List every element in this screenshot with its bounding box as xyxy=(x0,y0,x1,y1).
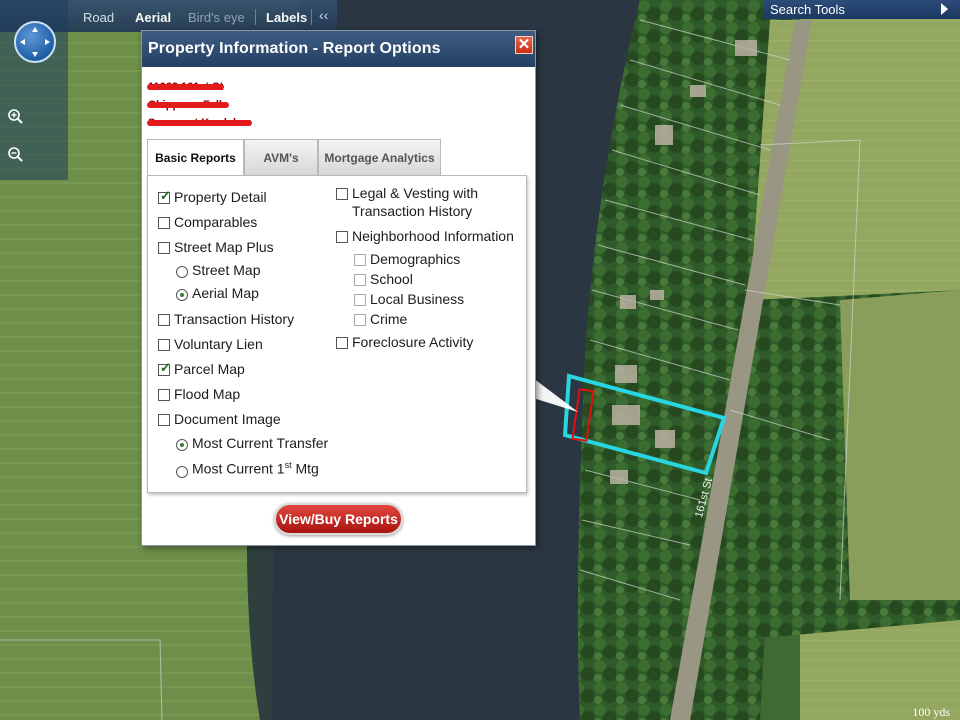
most-current-transfer-label: Most Current Transfer xyxy=(192,435,329,451)
aerial-map-radio[interactable] xyxy=(176,289,188,301)
basic-reports-panel: ✓ Property Detail Comparables Street Map… xyxy=(147,175,527,493)
labels-toggle-button[interactable]: Labels xyxy=(266,10,307,25)
property-detail-checkbox[interactable]: ✓ xyxy=(158,188,171,204)
radio-selected-dot xyxy=(180,293,184,297)
redaction-mark xyxy=(147,84,225,90)
most-current-mtg-radio[interactable] xyxy=(176,466,188,478)
property-detail-label: Property Detail xyxy=(174,189,267,205)
most-current-mtg-label: Most Current 1st Mtg xyxy=(192,460,319,477)
crime-label: Crime xyxy=(370,311,408,327)
birds-eye-view-button[interactable]: Bird's eye xyxy=(188,10,245,25)
legal-vesting-checkbox[interactable] xyxy=(336,188,348,200)
school-label: School xyxy=(370,271,413,287)
toolbar-divider xyxy=(311,9,312,25)
transaction-history-checkbox[interactable] xyxy=(158,314,170,326)
comparables-label: Comparables xyxy=(174,214,258,230)
collapse-toolbar-icon[interactable]: ‹‹ xyxy=(319,7,328,23)
expand-arrow-icon[interactable] xyxy=(941,3,948,15)
road-view-button[interactable]: Road xyxy=(83,10,114,25)
crime-checkbox[interactable] xyxy=(354,314,366,326)
tab-avms[interactable]: AVM's xyxy=(244,139,318,175)
search-tools-panel-toggle[interactable]: Search Tools xyxy=(763,0,960,19)
voluntary-lien-checkbox[interactable] xyxy=(158,339,170,351)
neighborhood-information-checkbox[interactable] xyxy=(336,231,348,243)
property-address-line-1: 11062 161st St xyxy=(147,81,225,93)
legal-vesting-label-line-1: Legal & Vesting with xyxy=(352,185,479,201)
demographics-checkbox[interactable] xyxy=(354,254,366,266)
street-map-plus-checkbox[interactable] xyxy=(158,242,170,254)
school-checkbox[interactable] xyxy=(354,274,366,286)
pan-compass-icon[interactable] xyxy=(14,21,56,63)
flood-map-label: Flood Map xyxy=(174,386,241,402)
street-map-label: Street Map xyxy=(192,262,261,278)
legal-vesting-label-line-2: Transaction History xyxy=(352,203,473,219)
redaction-mark xyxy=(147,102,230,108)
toolbar-divider xyxy=(255,9,256,25)
report-options-dialog: Property Information - Report Options ✕ … xyxy=(141,30,536,546)
document-image-checkbox[interactable] xyxy=(158,414,170,426)
neighborhood-information-label: Neighborhood Information xyxy=(352,228,514,244)
property-address-line-2: Chippewa Falls xyxy=(147,99,230,111)
dialog-title: Property Information - Report Options xyxy=(148,40,441,57)
foreclosure-activity-checkbox[interactable] xyxy=(336,337,348,349)
street-map-radio[interactable] xyxy=(176,266,188,278)
flood-map-checkbox[interactable] xyxy=(158,389,170,401)
radio-selected-dot xyxy=(180,443,184,447)
redaction-mark xyxy=(147,120,252,126)
transaction-history-label: Transaction History xyxy=(174,311,295,327)
property-address-line-3: Somerset Kurdahor xyxy=(147,117,252,129)
parcel-map-label: Parcel Map xyxy=(174,361,245,377)
street-map-plus-label: Street Map Plus xyxy=(174,239,274,255)
most-current-transfer-radio[interactable] xyxy=(176,439,188,451)
local-business-label: Local Business xyxy=(370,291,465,307)
search-tools-label: Search Tools xyxy=(770,2,845,17)
parcel-map-checkbox[interactable]: ✓ xyxy=(158,360,171,376)
map-scale: 100 yds xyxy=(912,705,950,719)
dialog-title-bar: Property Information - Report Options ✕ xyxy=(142,31,535,67)
tab-basic-reports[interactable]: Basic Reports xyxy=(147,139,244,176)
aerial-view-button[interactable]: Aerial xyxy=(135,10,171,25)
checkmark-icon: ✓ xyxy=(160,360,171,375)
view-buy-reports-button[interactable]: View/Buy Reports xyxy=(274,503,403,535)
close-icon[interactable]: ✕ xyxy=(515,36,533,54)
tab-mortgage-analytics[interactable]: Mortgage Analytics xyxy=(318,139,441,175)
aerial-map-label: Aerial Map xyxy=(192,285,259,301)
map-navigation-panel xyxy=(0,0,68,180)
zoom-in-icon[interactable] xyxy=(6,107,24,125)
voluntary-lien-label: Voluntary Lien xyxy=(174,336,263,352)
zoom-out-icon[interactable] xyxy=(6,145,24,163)
demographics-label: Demographics xyxy=(370,251,461,267)
document-image-label: Document Image xyxy=(174,411,281,427)
comparables-checkbox[interactable] xyxy=(158,217,170,229)
foreclosure-activity-label: Foreclosure Activity xyxy=(352,334,474,350)
checkmark-icon: ✓ xyxy=(160,188,171,203)
local-business-checkbox[interactable] xyxy=(354,294,366,306)
